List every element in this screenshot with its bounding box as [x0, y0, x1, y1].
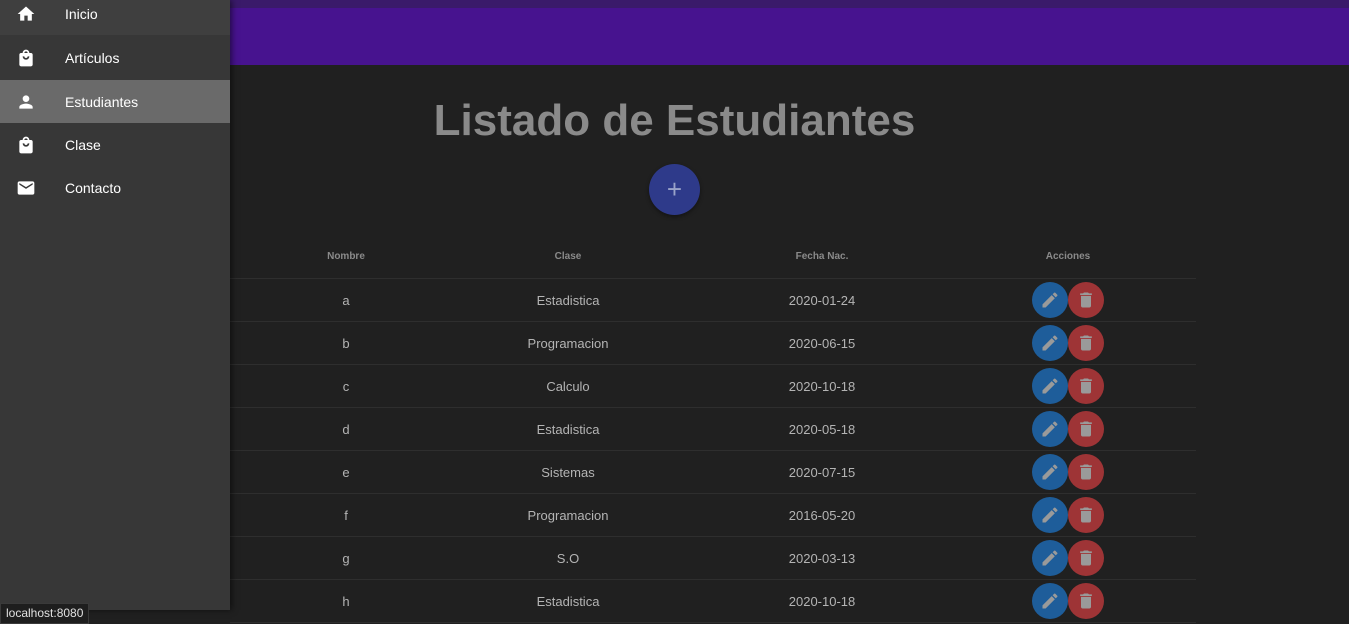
delete-button[interactable] — [1068, 454, 1104, 490]
home-icon — [16, 4, 36, 24]
cell-name: b — [342, 335, 350, 351]
person-icon — [16, 92, 36, 112]
header-class[interactable]: Clase — [462, 235, 674, 278]
trash-icon — [1076, 290, 1096, 310]
cell-date: 2020-01-24 — [788, 292, 856, 308]
edit-button[interactable] — [1032, 583, 1068, 619]
navigation-drawer: Inicio Artículos Estudiantes Clase Conta… — [0, 0, 230, 610]
delete-button[interactable] — [1068, 583, 1104, 619]
delete-button[interactable] — [1068, 368, 1104, 404]
cell-name: g — [342, 550, 350, 566]
delete-button[interactable] — [1068, 540, 1104, 576]
pencil-icon — [1040, 333, 1060, 353]
trash-icon — [1076, 505, 1096, 525]
delete-button[interactable] — [1068, 411, 1104, 447]
nav-label-inicio: Inicio — [65, 5, 98, 22]
edit-button[interactable] — [1032, 282, 1068, 318]
table-row: c Calculo 2020-10-18 — [230, 365, 1196, 408]
cell-actions — [970, 365, 1166, 407]
delete-button[interactable] — [1068, 325, 1104, 361]
header-date[interactable]: Fecha Nac. — [674, 235, 970, 278]
cell-name: h — [342, 593, 350, 609]
trash-icon — [1076, 333, 1096, 353]
cell-class: Programacion — [527, 335, 609, 351]
nav-label-contacto: Contacto — [65, 179, 122, 196]
pencil-icon — [1040, 591, 1060, 611]
cell-class: S.O — [556, 550, 580, 566]
cell-date: 2020-05-18 — [788, 421, 856, 437]
cell-actions — [970, 322, 1166, 364]
shopping-bag-icon — [16, 48, 36, 68]
table-row: d Estadistica 2020-05-18 — [230, 408, 1196, 451]
table-row: a Estadistica 2020-01-24 — [230, 279, 1196, 322]
cell-actions — [970, 537, 1166, 579]
cell-actions — [970, 279, 1166, 321]
cell-date: 2020-10-18 — [788, 593, 856, 609]
cell-name: a — [342, 292, 350, 308]
cell-class: Estadistica — [536, 593, 600, 609]
cell-class: Sistemas — [541, 464, 595, 480]
trash-icon — [1076, 462, 1096, 482]
nav-label-estudiantes: Estudiantes — [65, 93, 139, 110]
table-row: e Sistemas 2020-07-15 — [230, 451, 1196, 494]
cell-class: Estadistica — [536, 292, 600, 308]
pencil-icon — [1040, 419, 1060, 439]
delete-button[interactable] — [1068, 497, 1104, 533]
nav-item-articulos[interactable]: Artículos — [0, 36, 230, 79]
table-body: a Estadistica 2020-01-24 b Programacion 2020-… — [230, 279, 1196, 623]
cell-date: 2016-05-20 — [788, 507, 856, 523]
edit-button[interactable] — [1032, 497, 1068, 533]
trash-icon — [1076, 591, 1096, 611]
pencil-icon — [1040, 505, 1060, 525]
pencil-icon — [1040, 376, 1060, 396]
table-header: Nombre Clase Fecha Nac. Acciones — [230, 235, 1196, 279]
students-table: Nombre Clase Fecha Nac. Acciones a Estadi… — [230, 235, 1196, 623]
cell-actions — [970, 580, 1166, 622]
cell-name: e — [342, 464, 350, 480]
cell-actions — [970, 451, 1166, 493]
table-row: h Estadistica 2020-10-18 — [230, 580, 1196, 623]
nav-item-contacto[interactable]: Contacto — [0, 166, 230, 209]
edit-button[interactable] — [1032, 368, 1068, 404]
page-title: Listado de Estudiantes — [433, 96, 916, 145]
table-row: g S.O 2020-03-13 — [230, 537, 1196, 580]
cell-class: Estadistica — [536, 421, 600, 437]
edit-button[interactable] — [1032, 540, 1068, 576]
trash-icon — [1076, 548, 1096, 568]
cell-date: 2020-06-15 — [788, 335, 856, 351]
cell-actions — [970, 494, 1166, 536]
edit-button[interactable] — [1032, 411, 1068, 447]
nav-item-clase[interactable]: Clase — [0, 123, 230, 166]
delete-button[interactable] — [1068, 282, 1104, 318]
header-actions: Acciones — [1045, 251, 1091, 262]
cell-class: Programacion — [527, 507, 609, 523]
cell-actions — [970, 408, 1166, 450]
nav-item-estudiantes[interactable]: Estudiantes — [0, 80, 230, 123]
trash-icon — [1076, 419, 1096, 439]
cell-class: Calculo — [546, 378, 590, 394]
shopping-bag-icon — [16, 135, 36, 155]
pencil-icon — [1040, 462, 1060, 482]
nav-item-inicio[interactable]: Inicio — [0, 0, 230, 35]
header-name[interactable]: Nombre — [230, 235, 462, 278]
trash-icon — [1076, 376, 1096, 396]
pencil-icon — [1040, 290, 1060, 310]
mail-icon — [16, 178, 36, 198]
cell-name: d — [342, 421, 350, 437]
table-row: b Programacion 2020-06-15 — [230, 322, 1196, 365]
add-student-button[interactable]: + — [649, 164, 700, 215]
cell-date: 2020-07-15 — [788, 464, 856, 480]
nav-label-articulos: Artículos — [65, 49, 120, 66]
cell-date: 2020-10-18 — [788, 378, 856, 394]
edit-button[interactable] — [1032, 325, 1068, 361]
cell-name: c — [342, 378, 350, 394]
pencil-icon — [1040, 548, 1060, 568]
status-bar-url: localhost:8080 — [0, 603, 90, 624]
cell-date: 2020-03-13 — [788, 550, 856, 566]
edit-button[interactable] — [1032, 454, 1068, 490]
cell-name: f — [344, 507, 348, 523]
table-row: f Programacion 2016-05-20 — [230, 494, 1196, 537]
nav-label-clase: Clase — [65, 136, 101, 153]
